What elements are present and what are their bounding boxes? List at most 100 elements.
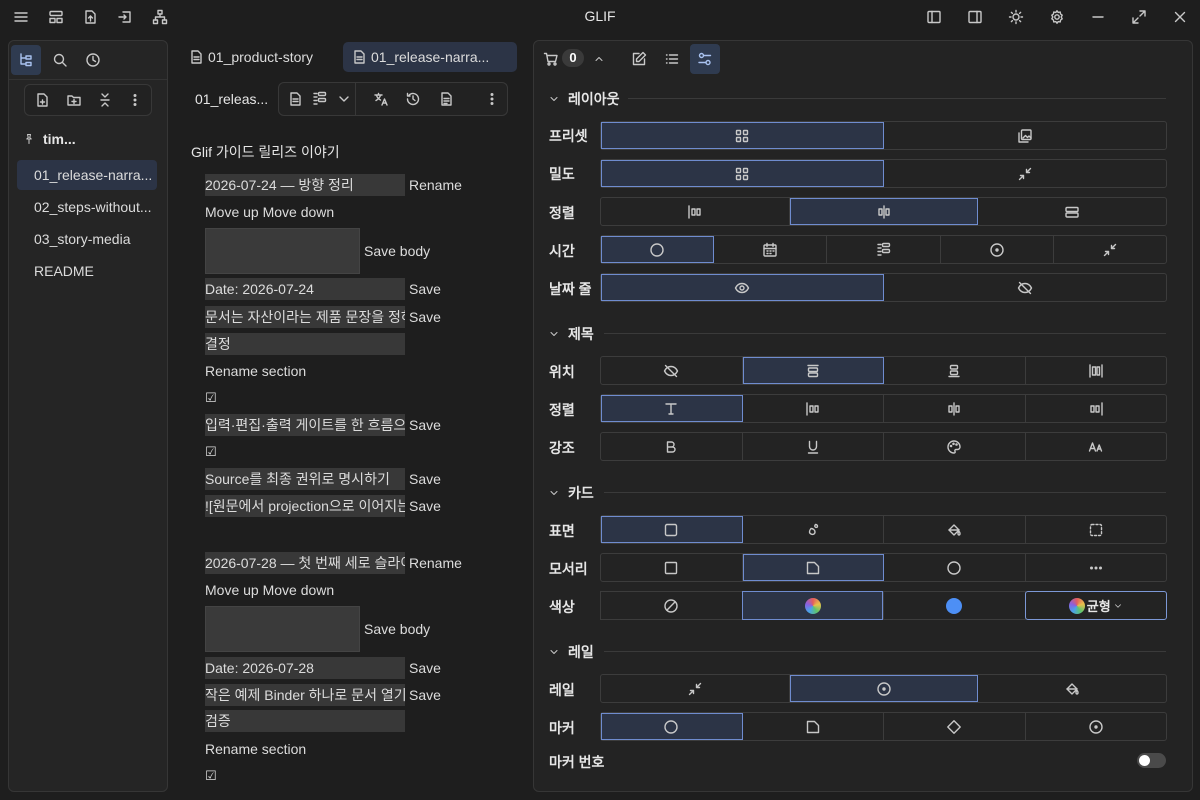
title-top-option[interactable] (742, 357, 884, 384)
chevron-down-icon[interactable] (336, 91, 352, 107)
preset-grid-option[interactable] (601, 122, 884, 149)
emphasis-color-option[interactable] (884, 433, 1026, 460)
more-options-icon[interactable] (127, 92, 143, 108)
new-folder-icon[interactable] (66, 92, 82, 108)
title-align-center-option[interactable] (884, 395, 1026, 422)
save-button[interactable]: Save (409, 281, 441, 297)
surface-none-option[interactable] (1026, 516, 1167, 543)
density-grid-option[interactable] (601, 160, 884, 187)
color-balanced-dropdown[interactable]: 균형 (1024, 591, 1167, 620)
color-none-option[interactable] (600, 591, 742, 620)
emphasis-case-option[interactable] (1026, 433, 1167, 460)
corner-cut-option[interactable] (742, 554, 884, 581)
outline-view-icon[interactable] (312, 91, 328, 107)
section-card[interactable]: 카드 (548, 483, 594, 503)
title-bottom-option[interactable] (884, 357, 1026, 384)
list-item-input[interactable]: Source를 최종 권위로 명시하기 (205, 468, 405, 490)
edit-icon[interactable] (624, 44, 654, 74)
save-button[interactable]: Save (409, 471, 441, 487)
preset-gallery-option[interactable] (884, 122, 1166, 149)
image-input[interactable]: ![원문에서 projection으로 이어지는 (205, 495, 405, 517)
file-item-readme[interactable]: README (17, 256, 157, 286)
title-hidden-option[interactable] (601, 357, 743, 384)
date-line-hide-option[interactable] (884, 274, 1166, 301)
style-settings-icon[interactable] (690, 44, 720, 74)
save-body-button[interactable]: Save body (364, 243, 430, 259)
entry-title-input[interactable]: 2026-07-28 — 첫 번째 세로 슬라이스 (205, 552, 405, 574)
more-options-icon[interactable] (484, 91, 500, 107)
rename-button[interactable]: Rename (409, 177, 462, 193)
file-item-01-release-narrative[interactable]: 01_release-narra... (17, 160, 157, 190)
rail-compact-option[interactable] (601, 675, 790, 702)
section-rail[interactable]: 레일 (548, 642, 594, 662)
marker-dot-option[interactable] (1026, 713, 1167, 740)
search-icon[interactable] (45, 45, 75, 75)
toggle-left-sidebar-icon[interactable] (925, 8, 943, 26)
align-stretch-option[interactable] (978, 198, 1166, 225)
export-icon[interactable] (81, 8, 99, 26)
save-button[interactable]: Save (409, 498, 441, 514)
date-line-show-option[interactable] (601, 274, 884, 301)
list-icon[interactable] (657, 44, 687, 74)
menu-icon[interactable] (12, 8, 30, 26)
minimize-icon[interactable] (1089, 8, 1107, 26)
translate-icon[interactable] (373, 91, 389, 107)
time-calendar-option[interactable] (714, 236, 828, 263)
color-gradient-option[interactable] (741, 591, 883, 620)
file-tree-icon[interactable] (11, 45, 41, 75)
density-compact-option[interactable] (884, 160, 1166, 187)
section-title-input[interactable]: 결정 (205, 333, 405, 355)
emphasis-underline-option[interactable] (743, 433, 884, 460)
entry-body-textarea[interactable] (205, 606, 360, 652)
time-dot-option[interactable] (941, 236, 1054, 263)
layout-icon[interactable] (47, 8, 65, 26)
section-layout[interactable]: 레이아웃 (548, 89, 620, 109)
tab-01-product-story[interactable]: 01_product-story (180, 42, 335, 72)
maximize-icon[interactable] (1130, 8, 1148, 26)
marker-circle-option[interactable] (601, 713, 743, 740)
corner-square-option[interactable] (601, 554, 743, 581)
entry-date-input[interactable]: Date: 2026-07-28 (205, 657, 405, 679)
surface-tint-option[interactable] (743, 516, 884, 543)
corner-round-option[interactable] (884, 554, 1026, 581)
corner-more-option[interactable] (1026, 554, 1167, 581)
title-align-end-option[interactable] (1026, 395, 1167, 422)
color-blue-option[interactable] (883, 591, 1026, 620)
time-outline-option[interactable] (827, 236, 941, 263)
marker-diamond-option[interactable] (884, 713, 1026, 740)
checkbox[interactable]: ☑ (205, 444, 217, 460)
entry-title-input[interactable]: 2026-07-24 — 방향 정리 (205, 174, 405, 196)
surface-solid-option[interactable] (601, 516, 743, 543)
sitemap-icon[interactable] (151, 8, 169, 26)
save-button[interactable]: Save (409, 417, 441, 433)
new-file-icon[interactable] (34, 92, 50, 108)
toggle-right-sidebar-icon[interactable] (966, 8, 984, 26)
settings-gear-icon[interactable] (1048, 8, 1066, 26)
checkbox[interactable]: ☑ (205, 390, 217, 406)
title-side-option[interactable] (1026, 357, 1167, 384)
source-file-icon[interactable] (438, 91, 454, 107)
save-button[interactable]: Save (409, 309, 441, 325)
section-title[interactable]: 제목 (548, 324, 594, 344)
rename-button[interactable]: Rename (409, 555, 462, 571)
collapse-all-icon[interactable] (97, 92, 113, 108)
move-buttons[interactable]: Move up Move down (205, 582, 334, 598)
file-item-02-steps-without[interactable]: 02_steps-without... (17, 192, 157, 222)
time-circle-option[interactable] (601, 236, 715, 263)
rail-dot-option[interactable] (789, 675, 979, 702)
emphasis-bold-option[interactable] (601, 433, 743, 460)
time-compact-option[interactable] (1054, 236, 1166, 263)
move-buttons[interactable]: Move up Move down (205, 204, 334, 220)
close-icon[interactable] (1171, 8, 1189, 26)
history-clock-icon[interactable] (78, 45, 108, 75)
marker-cut-option[interactable] (743, 713, 884, 740)
checkbox[interactable]: ☑ (205, 768, 217, 784)
vault-name[interactable]: tim... (23, 131, 76, 147)
tab-01-release-narrative[interactable]: 01_release-narra... (343, 42, 517, 72)
save-body-button[interactable]: Save body (364, 621, 430, 637)
section-title-input[interactable]: 검증 (205, 710, 405, 732)
document-view-icon[interactable] (287, 91, 303, 107)
import-icon[interactable] (116, 8, 134, 26)
history-icon[interactable] (405, 91, 421, 107)
rename-section-button[interactable]: Rename section (205, 363, 306, 379)
